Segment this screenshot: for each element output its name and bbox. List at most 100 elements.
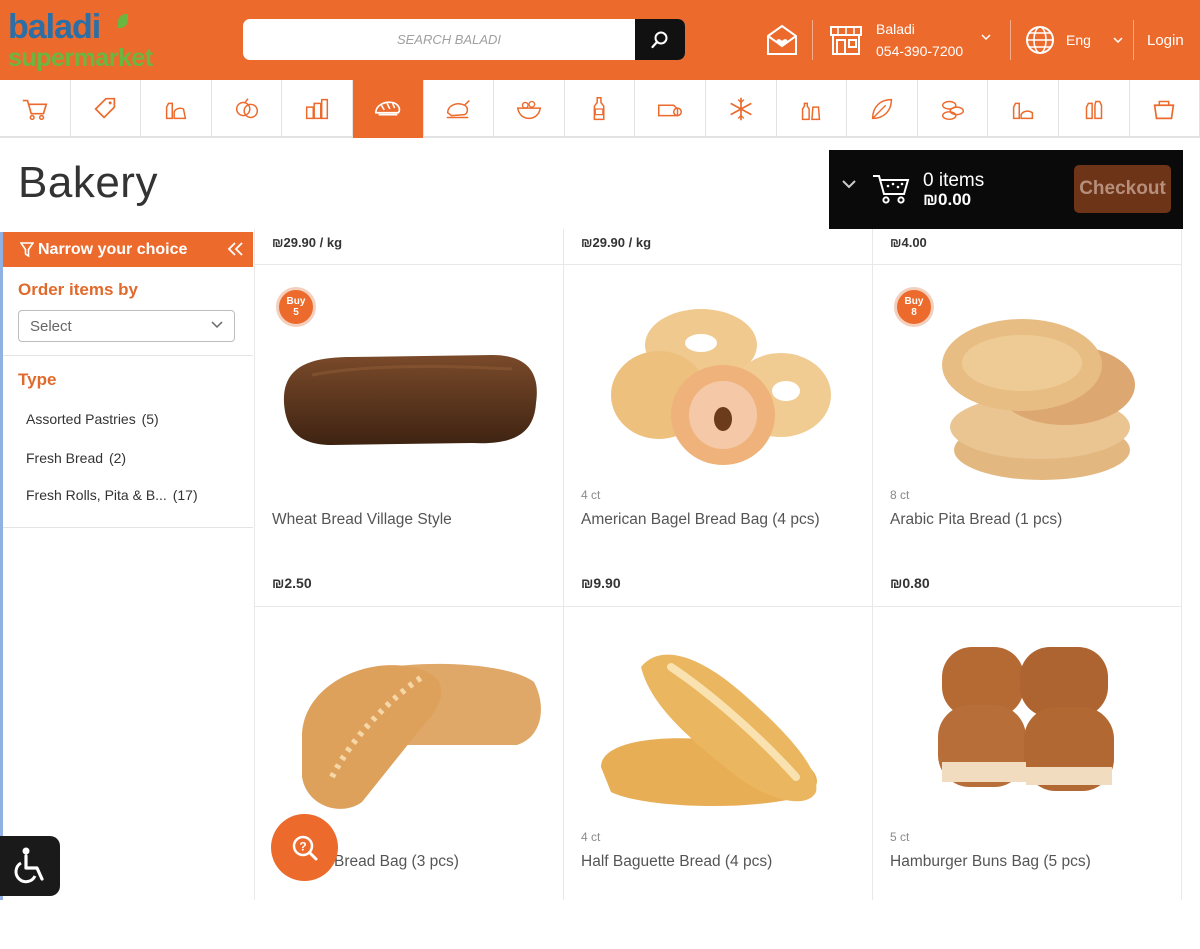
promo-badge: Buy8: [894, 287, 934, 327]
help-search-button[interactable]: ?: [271, 814, 338, 881]
filter-header: Narrow your choice: [3, 232, 253, 267]
product-price: ₪9.90: [581, 575, 621, 591]
newsletter-button[interactable]: [764, 0, 800, 80]
category-tab-cart[interactable]: [0, 80, 71, 138]
hamburger-buns-image[interactable]: [890, 627, 1162, 827]
category-tab-bakery[interactable]: [353, 80, 424, 138]
category-tab-meat[interactable]: [424, 80, 495, 138]
store-icon: [828, 23, 864, 57]
type-filter-count: (5): [142, 411, 159, 427]
chevron-down-icon[interactable]: [841, 179, 857, 189]
meat-icon: [443, 94, 473, 124]
category-tab-organic[interactable]: [847, 80, 918, 138]
order-by-value: Select: [30, 318, 72, 335]
order-by-select[interactable]: Select: [18, 310, 235, 342]
product-card[interactable]: Buy8 8 ct Arabic Pita Bread (1 pcs) ₪0.8…: [872, 265, 1181, 607]
bagel-image[interactable]: [581, 285, 853, 485]
category-nav: [0, 80, 1200, 138]
globe-icon: [1024, 24, 1056, 56]
cart-item-count: 0 items: [923, 170, 984, 192]
order-items-title: Order items by: [18, 280, 138, 300]
svg-text:?: ?: [299, 839, 306, 853]
category-tab-baby[interactable]: [988, 80, 1059, 138]
category-tab-produce[interactable]: [212, 80, 283, 138]
category-tab-snacks[interactable]: [918, 80, 989, 138]
product-quantity: 4 ct: [581, 830, 600, 844]
type-title: Type: [18, 370, 56, 390]
cart-icon: [871, 170, 911, 206]
category-tab-household[interactable]: [1059, 80, 1130, 138]
product-quantity: 8 ct: [890, 488, 909, 502]
filter-sidebar: Narrow your choice Order items by Select…: [0, 232, 253, 900]
header-divider: [1010, 20, 1011, 60]
wheelchair-icon: [11, 846, 49, 886]
chevron-down-icon: [1113, 37, 1123, 43]
type-filter-item[interactable]: Fresh Bread (2): [26, 450, 126, 466]
search-icon: [650, 30, 670, 50]
product-quantity: 5 ct: [890, 830, 909, 844]
filter-header-label: Narrow your choice: [38, 241, 187, 259]
organic-icon: [867, 94, 897, 124]
language-label: Eng: [1066, 32, 1091, 48]
chevron-down-icon: [211, 321, 223, 329]
accessibility-button[interactable]: [0, 836, 60, 896]
snacks-icon: [938, 94, 968, 124]
help-search-icon: ?: [290, 833, 320, 863]
language-selector[interactable]: Eng: [1024, 0, 1123, 80]
cart-total: ₪0.00: [923, 190, 971, 210]
product-name[interactable]: Arabic Pita Bread (1 pcs): [890, 511, 1062, 529]
bread-bag-image[interactable]: [272, 627, 544, 827]
search-input[interactable]: [243, 19, 635, 60]
category-tab-beverages[interactable]: [565, 80, 636, 138]
promo-badge: Buy5: [276, 287, 316, 327]
salad-icon: [514, 94, 544, 124]
baguette-image[interactable]: [581, 627, 853, 827]
promo-badge-label: Buy5: [287, 296, 306, 318]
product-name[interactable]: Half Baguette Bread (4 pcs): [581, 853, 772, 871]
collapse-icon[interactable]: [227, 241, 245, 257]
logo-leaf-icon: [118, 14, 128, 28]
sidebar-divider: [3, 527, 253, 528]
search-button[interactable]: [635, 19, 685, 60]
product-card[interactable]: 4 ct American Bagel Bread Bag (4 pcs) ₪9…: [563, 265, 872, 607]
product-card[interactable]: Buy5 Wheat Bread Village Style ₪2.50: [254, 265, 563, 607]
checkout-button[interactable]: Checkout: [1074, 165, 1171, 213]
produce-icon: [232, 94, 262, 124]
product-card[interactable]: 5 ct Hamburger Buns Bag (5 pcs): [872, 607, 1181, 949]
product-grid: ₪29.90 / kg ₪29.90 / kg ₪4.00 Buy5 Wheat…: [254, 229, 1182, 900]
type-filter-label: Assorted Pastries: [26, 411, 136, 427]
type-filter-item[interactable]: Assorted Pastries (5): [26, 411, 159, 427]
deli-icon: [655, 94, 685, 124]
type-filter-item[interactable]: Fresh Rolls, Pita & B... (17): [26, 487, 198, 503]
product-card[interactable]: Bread Bag (3 pcs): [254, 607, 563, 949]
tag-icon: [90, 94, 120, 124]
category-tab-frozen[interactable]: [706, 80, 777, 138]
baladi-logo[interactable]: baladi supermarket: [8, 8, 178, 72]
frozen-icon: [726, 94, 756, 124]
promo-badge-label: Buy8: [905, 296, 924, 318]
product-name[interactable]: Hamburger Buns Bag (5 pcs): [890, 853, 1091, 871]
type-filter-label: Fresh Bread: [26, 450, 103, 466]
category-tab-bottles[interactable]: [777, 80, 848, 138]
category-tab-salad[interactable]: [494, 80, 565, 138]
store-selector[interactable]: Baladi 054-390-7200: [828, 0, 991, 80]
category-tab-pantry[interactable]: [282, 80, 353, 138]
category-tab-deli[interactable]: [635, 80, 706, 138]
product-name[interactable]: Bread Bag (3 pcs): [334, 853, 459, 871]
category-tab-dairy[interactable]: [141, 80, 212, 138]
login-link[interactable]: Login: [1147, 0, 1184, 80]
product-name[interactable]: American Bagel Bread Bag (4 pcs): [581, 511, 820, 529]
product-name[interactable]: Wheat Bread Village Style: [272, 511, 452, 529]
category-tab-tag[interactable]: [71, 80, 142, 138]
product-price: ₪29.90 / kg: [272, 235, 342, 250]
store-info: Baladi 054-390-7200: [876, 18, 963, 62]
header-divider: [1133, 20, 1134, 60]
grid-line: [1181, 229, 1182, 900]
category-tab-kitchen[interactable]: [1130, 80, 1200, 138]
store-phone: 054-390-7200: [876, 40, 963, 62]
mini-cart: 0 items ₪0.00 Checkout: [829, 150, 1183, 229]
product-card[interactable]: 4 ct Half Baguette Bread (4 pcs): [563, 607, 872, 949]
login-label: Login: [1147, 32, 1184, 49]
product-price: ₪29.90 / kg: [581, 235, 651, 250]
type-filter-count: (2): [109, 450, 126, 466]
